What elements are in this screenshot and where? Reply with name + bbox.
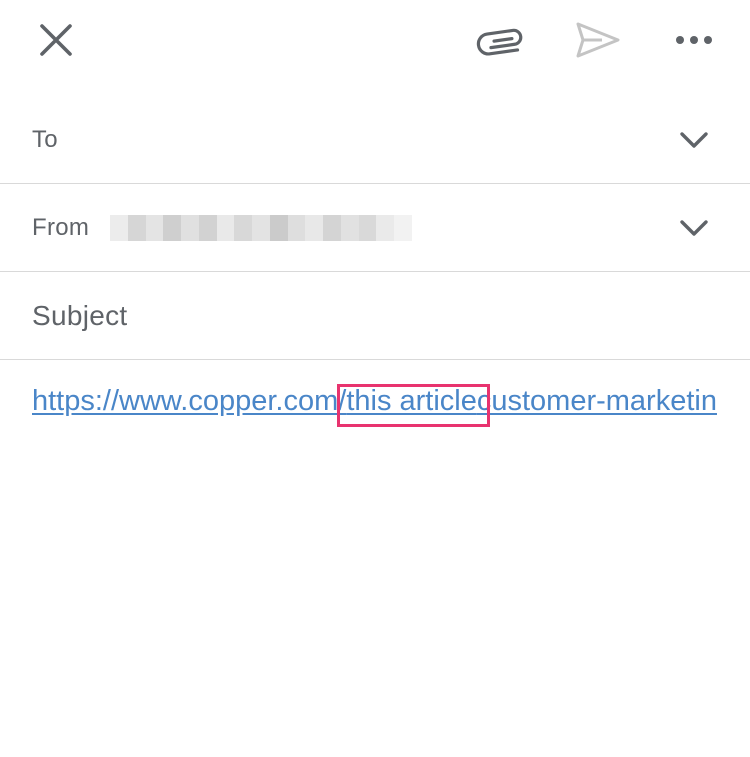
- paperclip-icon[interactable]: [476, 18, 528, 62]
- compose-toolbar: [0, 0, 750, 80]
- compose-screen: To From Subject https://www.copper.com/t…: [0, 0, 750, 757]
- message-body[interactable]: https://www.copper.com/this articlecusto…: [0, 360, 750, 757]
- redacted-email: [110, 215, 412, 241]
- from-label: From: [32, 214, 90, 241]
- chevron-down-icon[interactable]: [678, 214, 710, 242]
- link-end: customer-marketin: [476, 385, 717, 417]
- link-highlight: this article: [346, 385, 477, 417]
- to-field[interactable]: To: [0, 96, 750, 184]
- link-start: https://www.copper.com/: [32, 385, 347, 417]
- close-icon[interactable]: [36, 20, 76, 60]
- send-icon[interactable]: [572, 18, 622, 62]
- more-horizontal-icon[interactable]: [672, 26, 716, 54]
- subject-field[interactable]: Subject: [0, 272, 750, 360]
- from-field[interactable]: From: [0, 184, 750, 272]
- subject-label: Subject: [32, 300, 128, 331]
- body-link[interactable]: https://www.copper.com/this articlecusto…: [32, 382, 722, 420]
- to-label: To: [32, 126, 58, 153]
- chevron-down-icon[interactable]: [678, 126, 710, 154]
